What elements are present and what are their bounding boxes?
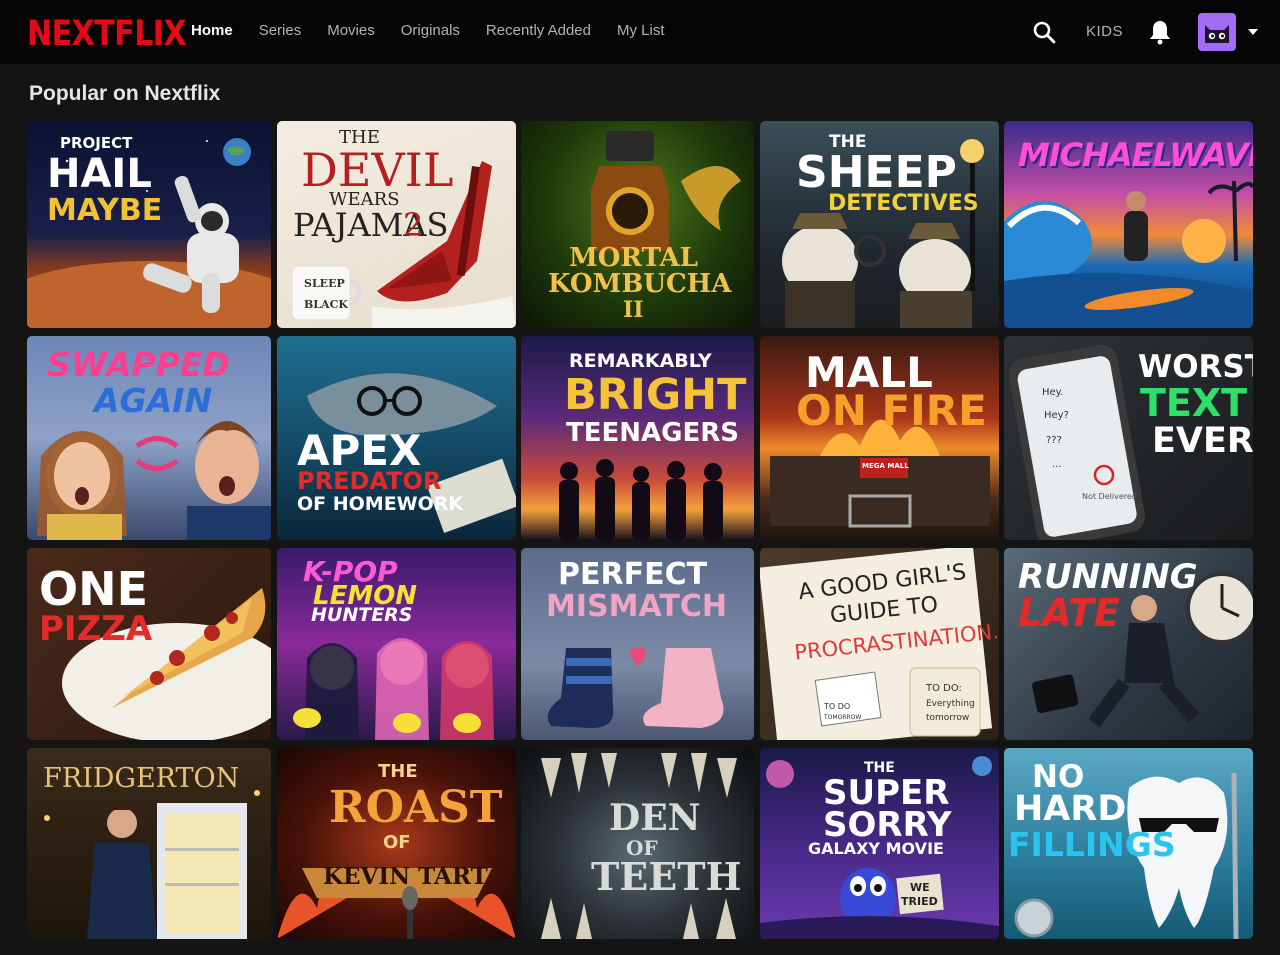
cat-icon	[1205, 25, 1229, 43]
message-bubble: ...	[1052, 459, 1062, 470]
tile-title-line: MORTAL	[569, 243, 698, 273]
tile-title-line: ONE	[39, 562, 149, 616]
tile-title-line: HUNTERS	[311, 604, 413, 626]
tile-title-line: ON FIRE	[796, 386, 987, 435]
tile-title-line: II	[623, 297, 644, 323]
sign-text: WE	[910, 881, 930, 894]
tile-title-line: THE	[378, 761, 418, 782]
tile-title-line: 2	[403, 206, 424, 244]
nav-item-movies[interactable]: Movies	[327, 22, 375, 39]
tile-title-line: AGAIN	[94, 381, 213, 420]
tile-title-line: DEVIL	[301, 143, 454, 197]
title-card-swapped-again[interactable]: SWAPPED AGAIN	[27, 336, 271, 540]
note-text: TOMORROW	[824, 714, 862, 721]
title-card-the-devil-wears-pajamas-2[interactable]: THE DEVIL WEARS PAJAMAS 2 SLEEP BLACK	[277, 121, 516, 328]
title-card-den-of-teeth[interactable]: DEN OF TEETH	[521, 748, 754, 939]
title-card-apex-predator-of-homework[interactable]: APEX PREDATOR OF HOMEWORK	[277, 336, 516, 540]
tile-title-line: EVER	[1152, 421, 1253, 461]
title-card-mortal-kombucha-ii[interactable]: MORTAL KOMBUCHA II	[521, 121, 754, 328]
main-nav: Home Series Movies Originals Recently Ad…	[191, 22, 665, 39]
title-card-perfect-mismatch[interactable]: PERFECT MISMATCH	[521, 548, 754, 740]
title-card-remarkably-bright-teenagers[interactable]: REMARKABLY BRIGHT TEENAGERS	[521, 336, 754, 540]
nav-item-series[interactable]: Series	[259, 22, 302, 39]
top-nav: NEXTFLIX Home Series Movies Originals Re…	[0, 0, 1280, 64]
title-card-the-roast-of-kevin-tart[interactable]: THE ROAST OF KEVIN TART	[277, 748, 516, 939]
nav-item-my-list[interactable]: My List	[617, 22, 665, 39]
message-bubble: Hey?	[1044, 410, 1069, 421]
tile-title-line: FILLINGS	[1008, 825, 1176, 864]
tile-title-line: SWAPPED	[47, 345, 230, 384]
tile-title-line: GALAXY MOVIE	[808, 839, 944, 858]
avatar[interactable]	[1198, 13, 1236, 51]
mug-text: Everything	[926, 699, 975, 709]
title-card-running-late[interactable]: RUNNING LATE	[1004, 548, 1253, 740]
tile-title-line: OF HOMEWORK	[297, 493, 464, 515]
tile-title-line: APEX	[297, 426, 422, 475]
tile-title-line: OF	[383, 832, 411, 853]
note-text: TO DO	[824, 702, 851, 711]
tile-title-line: ROAST	[329, 782, 503, 833]
title-card-michaelwave[interactable]: MICHAELWAVE	[1004, 121, 1253, 328]
tile-title-line: RUNNING	[1018, 557, 1198, 597]
tile-title-line: PROJECT	[60, 134, 133, 152]
mug-text: tomorrow	[926, 713, 970, 723]
tile-title-line: PAJAMAS	[293, 206, 449, 244]
nav-item-recently-added[interactable]: Recently Added	[486, 22, 591, 39]
title-card-worst-text-ever[interactable]: Hey. Hey? ??? ... Not Delivered WORST TE…	[1004, 336, 1253, 540]
title-card-k-pop-lemon-hunters[interactable]: K-POP LEMON HUNTERS	[277, 548, 516, 740]
tile-title-line: TEETH	[591, 854, 742, 899]
tile-title-line: SHEEP	[796, 147, 957, 198]
tile-title-line: PERFECT	[558, 557, 708, 592]
message-bubble: ???	[1046, 435, 1062, 446]
title-card-no-hard-fillings[interactable]: NO HARD FILLINGS	[1004, 748, 1253, 939]
tile-title-line: KEVIN TART	[323, 863, 488, 890]
tile-title-line: LATE	[1018, 591, 1120, 635]
tile-title-line: TEXT	[1140, 381, 1248, 425]
tile-title-line: BRIGHT	[564, 370, 747, 420]
tile-title-line: PIZZA	[39, 609, 153, 649]
tile-title-line: WORST	[1138, 349, 1253, 385]
mug-text: BLACK	[304, 298, 348, 311]
tile-title-line: PREDATOR	[297, 467, 442, 495]
mug-text: SLEEP	[304, 277, 345, 290]
tile-title-line: MISMATCH	[546, 589, 727, 624]
message-bubble: Hey.	[1042, 387, 1064, 398]
tile-title-line: REMARKABLY	[569, 350, 712, 372]
title-card-project-hail-maybe[interactable]: PROJECT HAIL MAYBE	[27, 121, 271, 328]
search-icon[interactable]	[1032, 20, 1056, 44]
tile-title-line: KOMBUCHA	[548, 269, 732, 299]
tile-title-line: HAIL	[47, 151, 152, 197]
bell-icon[interactable]	[1148, 19, 1172, 45]
nav-item-home[interactable]: Home	[191, 22, 233, 39]
tile-title-line: SORRY	[823, 805, 952, 845]
chevron-down-icon[interactable]	[1247, 28, 1259, 36]
title-card-mall-on-fire[interactable]: MALL ON FIRE MEGA MALL	[760, 336, 999, 540]
title-card-one-pizza[interactable]: ONE PIZZA	[27, 548, 271, 740]
title-card-fridgerton[interactable]: FRIDGERTON	[27, 748, 271, 939]
nav-item-originals[interactable]: Originals	[401, 22, 460, 39]
sign-text: TRIED	[901, 895, 938, 908]
tile-title-line: TEENAGERS	[566, 418, 739, 448]
tile-title-line: MICHAELWAVE	[1018, 136, 1253, 174]
title-card-the-super-sorry-galaxy-movie[interactable]: THE SUPER SORRY GALAXY MOVIE WE TRIED	[760, 748, 999, 939]
logo[interactable]: NEXTFLIX	[27, 14, 187, 54]
mug-text: TO DO:	[926, 683, 962, 694]
tile-title-line: DETECTIVES	[828, 191, 979, 216]
kids-link[interactable]: KIDS	[1086, 23, 1123, 40]
row-title: Popular on Nextflix	[29, 82, 221, 105]
title-card-a-good-girls-guide-to-procrastination[interactable]: A GOOD GIRL'S GUIDE TO PROCRASTINATION. …	[760, 548, 999, 740]
mall-sign: MEGA MALL	[862, 462, 909, 470]
tile-title-line: HARD	[1014, 789, 1127, 829]
title-card-the-sheep-detectives[interactable]: THE SHEEP DETECTIVES	[760, 121, 999, 328]
tile-title-line: FRIDGERTON	[43, 763, 240, 794]
tile-title-line: MAYBE	[47, 193, 163, 228]
delivery-status: Not Delivered	[1082, 492, 1137, 501]
tile-title-line: DEN	[609, 797, 701, 839]
